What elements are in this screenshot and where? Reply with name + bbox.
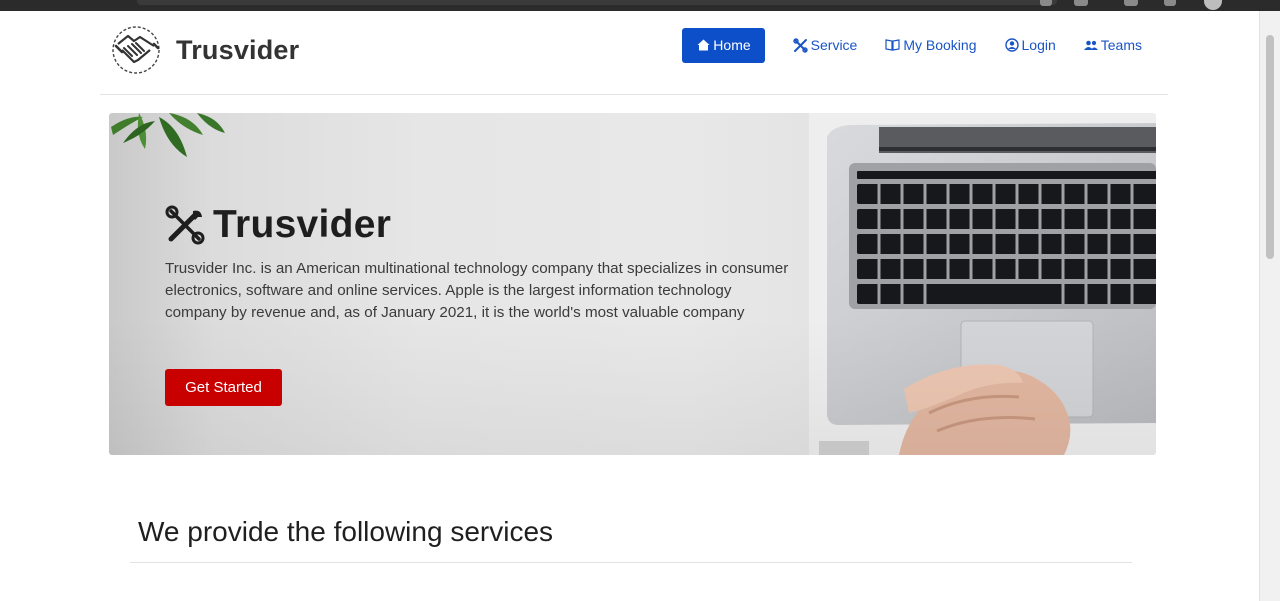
nav-login[interactable]: Login [1004,28,1056,62]
get-started-button[interactable]: Get Started [165,369,282,406]
tools-icon [165,205,205,245]
nav-service[interactable]: Service [792,28,858,62]
hero-banner: Trusvider Trusvider Inc. is an American … [109,113,1156,455]
book-icon [885,39,900,51]
handshake-logo-icon [112,26,160,74]
services-heading: We provide the following services [138,516,554,547]
nav-service-label: Service [810,37,858,53]
users-icon [1083,40,1098,50]
nav-home-label: Home [713,37,751,53]
nav-login-label: Login [1021,37,1056,53]
nav-my-booking-label: My Booking [903,37,977,53]
extension-icon[interactable] [1040,0,1052,6]
hero-title: Trusvider [213,203,392,246]
settings-icon[interactable] [1074,0,1088,6]
page-scrollbar[interactable] [1259,11,1280,601]
browser-toolbar [0,0,1280,11]
brand-link[interactable]: Trusvider [110,24,299,76]
profile-avatar[interactable] [1204,0,1222,10]
scrollbar-thumb[interactable] [1266,35,1274,259]
nav-teams[interactable]: Teams [1083,28,1142,62]
brand-name: Trusvider [176,34,300,65]
home-icon [697,39,710,51]
tools-icon [792,37,808,53]
hero-description: Trusvider Inc. is an American multinatio… [165,260,789,321]
main-nav: Home Service My Booking Login Teams [682,27,1168,63]
user-circle-icon [1004,38,1019,52]
nav-teams-label: Teams [1100,37,1142,53]
address-bar[interactable] [137,0,1057,5]
navbar: Trusvider Home Service My Booking Login … [100,11,1168,95]
section-divider [130,562,1132,563]
hero-heading: Trusvider [165,203,391,247]
collections-icon[interactable] [1164,0,1176,6]
nav-home[interactable]: Home [682,27,765,63]
favorites-icon[interactable] [1124,0,1138,6]
nav-my-booking[interactable]: My Booking [885,28,977,62]
